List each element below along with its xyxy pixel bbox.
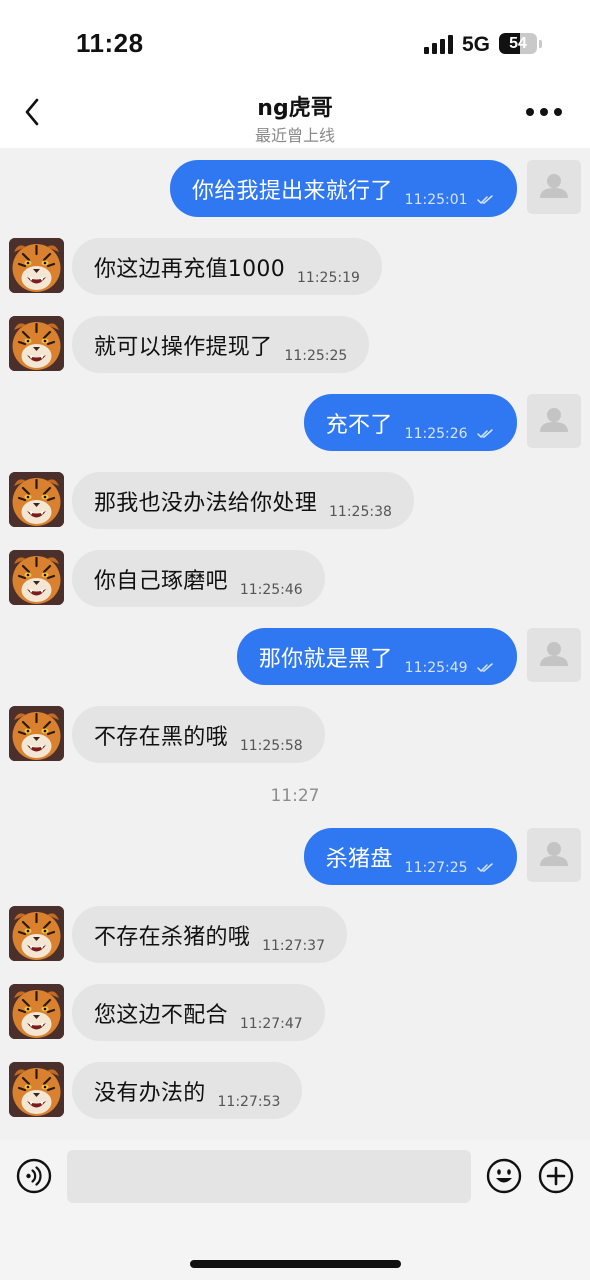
message-time: 11:27:37 (262, 938, 325, 954)
network-label: 5G (462, 33, 491, 56)
signal-icon (424, 34, 454, 54)
status-bar: 11:28 5G 54 (0, 0, 590, 80)
input-bar (0, 1140, 590, 1280)
message-time-text: 11:25:58 (239, 737, 303, 754)
message-time: 11:25:26 (405, 426, 495, 442)
message-row: 没有办法的 11:27:53 (0, 1062, 590, 1120)
message-time-text: 11:25:26 (404, 425, 468, 442)
incoming-message-bubble[interactable]: 那我也没办法给你处理 11:25:38 (72, 472, 414, 529)
message-time-text: 11:25:01 (404, 191, 468, 208)
message-time: 11:25:38 (329, 504, 392, 520)
incoming-message-bubble[interactable]: 您这边不配合 11:27:47 (72, 984, 325, 1041)
message-time-text: 11:27:25 (404, 859, 468, 876)
message-row: 不存在黑的哦 11:25:58 (0, 706, 590, 764)
contact-avatar[interactable] (9, 1062, 64, 1117)
incoming-message-bubble[interactable]: 没有办法的 11:27:53 (72, 1062, 303, 1119)
message-row: 那我也没办法给你处理 11:25:38 (0, 472, 590, 530)
message-text: 就可以操作提现了 (94, 334, 273, 360)
contact-avatar[interactable] (9, 550, 64, 605)
message-text: 充不了 (325, 412, 393, 438)
message-time: 11:25:49 (405, 660, 495, 676)
message-time: 11:25:58 (240, 738, 303, 754)
message-row: 你自己琢磨吧 11:25:46 (0, 550, 590, 608)
my-avatar[interactable] (527, 828, 581, 882)
message-time: 11:27:47 (240, 1016, 303, 1032)
message-list[interactable]: 11:27 你给我提出来就行了 11:25:01 你这边再充值1000 11:25:… (0, 148, 590, 1140)
message-text: 您这边不配合 (94, 1002, 228, 1028)
message-time: 11:25:19 (297, 270, 360, 286)
message-text: 那你就是黑了 (258, 646, 393, 672)
incoming-message-bubble[interactable]: 就可以操作提现了 11:25:25 (72, 316, 370, 373)
battery-icon: 54 (499, 33, 537, 54)
message-time: 11:25:01 (405, 192, 495, 208)
message-text: 你这边再充值1000 (94, 256, 285, 282)
contact-status: 最近曾上线 (254, 126, 335, 145)
incoming-message-bubble[interactable]: 你这边再充值1000 11:25:19 (72, 238, 382, 295)
double-check-icon (477, 662, 493, 672)
my-avatar[interactable] (527, 160, 581, 214)
time-divider: 11:27 (270, 786, 320, 806)
message-time-text: 11:25:38 (329, 503, 392, 520)
message-time-text: 11:27:53 (217, 1093, 281, 1110)
message-row: 您这边不配合 11:27:47 (0, 984, 590, 1042)
home-indicator[interactable] (190, 1260, 401, 1268)
more-dots-icon (526, 108, 534, 116)
message-text: 不存在杀猪的哦 (94, 924, 251, 950)
contact-avatar[interactable] (9, 316, 64, 371)
outgoing-message-bubble[interactable]: 你给我提出来就行了 11:25:01 (169, 160, 517, 217)
message-row: 你这边再充值1000 11:25:19 (0, 238, 590, 296)
outgoing-message-bubble[interactable]: 充不了 11:25:26 (303, 394, 517, 451)
message-input[interactable] (67, 1150, 471, 1203)
message-row: 不存在杀猪的哦 11:27:37 (0, 906, 590, 964)
my-avatar[interactable] (527, 628, 581, 682)
incoming-message-bubble[interactable]: 不存在黑的哦 11:25:58 (72, 706, 325, 763)
outgoing-message-bubble[interactable]: 那你就是黑了 11:25:49 (236, 628, 517, 685)
battery-cap (539, 40, 542, 48)
message-row: 杀猪盘 11:27:25 (0, 828, 590, 886)
contact-avatar[interactable] (9, 984, 64, 1039)
contact-avatar[interactable] (9, 906, 64, 961)
contact-avatar[interactable] (9, 238, 64, 293)
message-text: 那我也没办法给你处理 (94, 490, 318, 516)
my-avatar[interactable] (527, 394, 581, 448)
contact-name[interactable]: ng虎哥 (0, 90, 590, 122)
double-check-icon (477, 862, 493, 872)
message-time: 11:25:46 (240, 582, 303, 598)
message-row: 充不了 11:25:26 (0, 394, 590, 452)
message-time-text: 11:27:47 (239, 1015, 303, 1032)
message-time-text: 11:27:37 (262, 937, 325, 954)
message-text: 杀猪盘 (325, 846, 393, 872)
message-row: 那你就是黑了 11:25:49 (0, 628, 590, 686)
message-time: 11:27:25 (405, 860, 495, 876)
message-time-text: 11:25:19 (297, 269, 360, 286)
plus-icon[interactable] (538, 1158, 574, 1194)
emoji-icon[interactable] (486, 1158, 522, 1194)
message-time: 11:27:53 (218, 1094, 281, 1110)
message-row: 就可以操作提现了 11:25:25 (0, 316, 590, 374)
more-button[interactable] (520, 100, 568, 124)
contact-avatar[interactable] (9, 706, 64, 761)
voice-icon[interactable] (16, 1158, 52, 1194)
contact-avatar[interactable] (9, 472, 64, 527)
battery-level: 54 (509, 35, 527, 52)
message-text: 没有办法的 (94, 1080, 206, 1106)
incoming-message-bubble[interactable]: 不存在杀猪的哦 11:27:37 (72, 906, 347, 963)
chat-header: ng虎哥 最近曾上线 (0, 80, 590, 148)
double-check-icon (477, 194, 493, 204)
double-check-icon (477, 428, 493, 438)
message-row: 你给我提出来就行了 11:25:01 (0, 160, 590, 218)
outgoing-message-bubble[interactable]: 杀猪盘 11:27:25 (303, 828, 517, 885)
message-time-text: 11:25:46 (239, 581, 303, 598)
message-text: 你给我提出来就行了 (191, 178, 393, 204)
message-text: 你自己琢磨吧 (94, 568, 228, 594)
message-text: 不存在黑的哦 (94, 724, 228, 750)
message-time-text: 11:25:49 (404, 659, 468, 676)
message-time: 11:25:25 (284, 348, 347, 364)
message-time-text: 11:25:25 (284, 347, 348, 364)
status-time: 11:28 (76, 28, 144, 58)
incoming-message-bubble[interactable]: 你自己琢磨吧 11:25:46 (72, 550, 325, 607)
